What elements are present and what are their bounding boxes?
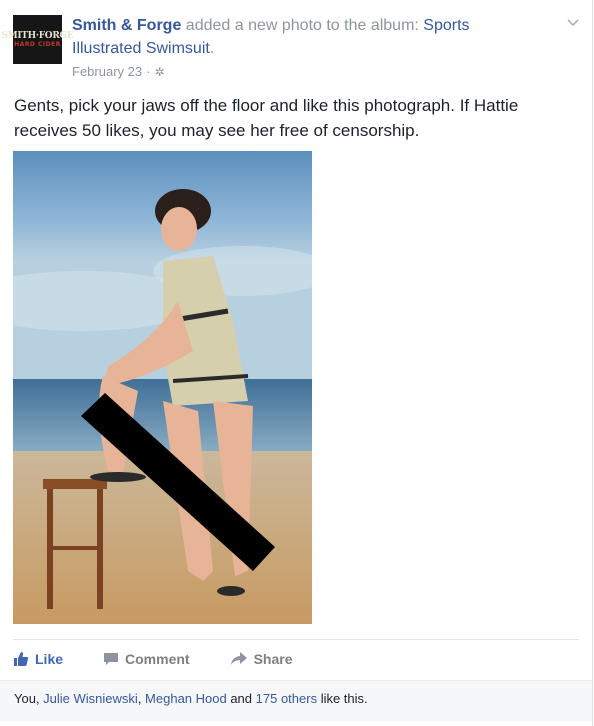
actions-divider <box>13 639 579 640</box>
liker-link-1[interactable]: Julie Wisniewski <box>43 691 138 706</box>
page-avatar[interactable]: SMITH·FORGE HARD CIDER <box>2 15 74 64</box>
liker-link-2[interactable]: Meghan Hood <box>145 691 227 706</box>
likes-and: and <box>226 691 256 706</box>
comment-button[interactable]: Comment <box>103 651 190 667</box>
share-icon <box>230 652 247 665</box>
meta-separator: · <box>146 64 151 79</box>
post-actions: Like Comment Share <box>13 646 333 672</box>
avatar-logo-text: SMITH·FORGE <box>1 30 74 41</box>
likes-prefix: You, <box>14 691 44 706</box>
share-button[interactable]: Share <box>230 651 293 667</box>
feed-post: SMITH·FORGE HARD CIDER Smith & Forge add… <box>0 0 593 726</box>
post-headline: Smith & Forge added a new photo to the a… <box>72 14 542 60</box>
likes-summary: You, Julie Wisniewski, Meghan Hood and 1… <box>14 691 368 706</box>
comment-icon <box>104 653 119 665</box>
post-text: Gents, pick your jaws off the floor and … <box>14 96 519 140</box>
post-date[interactable]: February 23 <box>72 64 142 79</box>
album-suffix: . <box>209 40 215 57</box>
post-meta: February 23 · ✲ <box>72 64 165 79</box>
likes-sep: , <box>137 691 146 706</box>
likes-others-link[interactable]: 175 others <box>256 691 317 706</box>
likes-suffix: like this. <box>317 691 368 706</box>
like-label: Like <box>35 651 64 667</box>
thumbs-up-icon <box>14 652 29 666</box>
page-name-link[interactable]: Smith & Forge <box>72 17 181 34</box>
avatar-logo-subtext: HARD CIDER <box>14 40 61 48</box>
audience-gear-icon[interactable]: ✲ <box>154 65 164 79</box>
like-button[interactable]: Like <box>13 651 63 667</box>
post-photo[interactable] <box>13 151 312 624</box>
chevron-down-icon[interactable] <box>565 14 581 30</box>
comment-label: Comment <box>125 651 190 667</box>
post-action-text: added a new photo to the album: <box>181 17 424 34</box>
share-label: Share <box>253 651 293 667</box>
